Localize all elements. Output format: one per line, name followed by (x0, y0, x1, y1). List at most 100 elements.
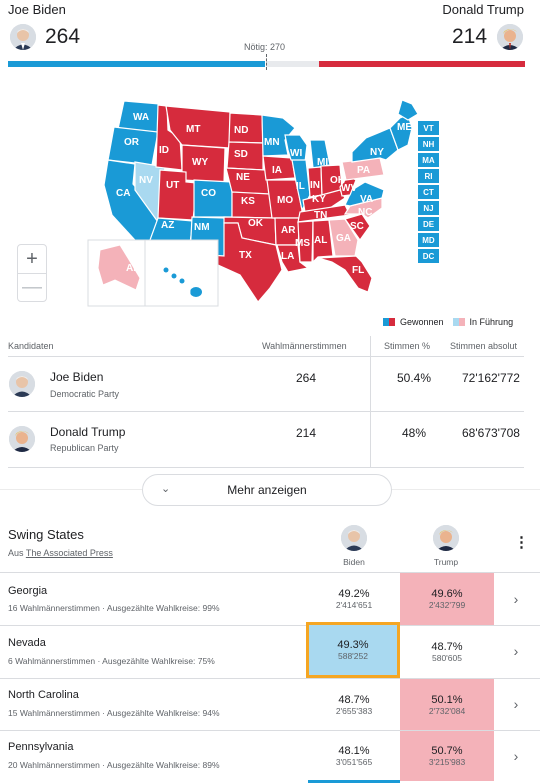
show-more-button[interactable]: ⌄ Mehr anzeigen (142, 474, 392, 506)
state-electors: 16 Wahlmännerstimmen (8, 603, 100, 613)
trump-abs: 3'215'983 (428, 757, 466, 767)
source-link[interactable]: The Associated Press (26, 548, 113, 558)
state-electors: 15 Wahlmännerstimmen (8, 708, 100, 718)
state-electors: 6 Wahlmännerstimmen (8, 656, 96, 666)
biden-electoral-votes: 264 (45, 25, 81, 48)
undecided-bar (266, 61, 319, 67)
state-square[interactable]: VT (418, 121, 439, 135)
state-square[interactable]: DC (418, 249, 439, 263)
state-label-ne: NE (236, 172, 250, 183)
swing-states-title: Swing States (8, 527, 84, 542)
state-square[interactable]: NH (418, 137, 439, 151)
biden-pct: 49.2% (338, 588, 370, 600)
state-label-wi: WI (290, 148, 302, 159)
state-label-tn: TN (314, 210, 327, 221)
trump-abs: 2'432'799 (428, 600, 466, 610)
candidate-electors: 214 (296, 426, 317, 440)
biden-abs: 588'252 (338, 651, 368, 661)
trump-abs: 580'605 (432, 652, 462, 663)
state-name: Nevada (8, 637, 46, 649)
table-column-divider (370, 336, 371, 468)
chevron-right-icon[interactable]: › (505, 742, 527, 770)
col-header-pct: Stimmen % (384, 341, 431, 351)
biden-progress-bar (8, 61, 265, 67)
biden-abs: 2'414'651 (335, 600, 373, 610)
us-electoral-map[interactable]: WA OR CA NV ID MT WY UT CO AZ NM ND SD N… (0, 90, 540, 310)
trump-pct: 48.7% (431, 640, 463, 653)
state-details: 20 Wahlmännerstimmen · Ausgezählte Wahlk… (8, 760, 220, 770)
chevron-right-icon[interactable]: › (505, 690, 527, 718)
trump-header-name: Donald Trump (442, 2, 524, 17)
state-label-mo: MO (277, 195, 293, 206)
zoom-out-button[interactable]: — (18, 273, 46, 301)
state-label-az: AZ (161, 220, 174, 231)
state-label-sc: SC (350, 221, 364, 232)
biden-pct: 48.1% (338, 745, 370, 757)
biden-pct: 48.7% (338, 693, 370, 706)
legend-swatch-trump-leading (458, 318, 465, 326)
biden-cell-highlighted: 49.3% 588'252 (306, 622, 400, 678)
state-label-hi: HI (181, 287, 191, 298)
state-label-pa: PA (357, 165, 370, 176)
state-details: 15 Wahlmännerstimmen · Ausgezählte Wahlk… (8, 708, 220, 718)
trump-pct: 50.1% (431, 693, 463, 706)
swing-trump-avatar (433, 525, 459, 551)
state-label-ks: KS (241, 196, 255, 207)
state-details: 6 Wahlmännerstimmen · Ausgezählte Wahlkr… (8, 656, 215, 666)
trump-pct: 49.6% (431, 588, 463, 600)
state-details: 16 Wahlmännerstimmen · Ausgezählte Wahlk… (8, 603, 220, 613)
state-label-co: CO (201, 188, 216, 199)
trump-progress-bar (319, 61, 525, 67)
state-square[interactable]: MA (418, 153, 439, 167)
show-more-label: Mehr anzeigen (227, 483, 307, 497)
legend-leading-label: In Führung (469, 317, 514, 327)
state-square[interactable]: DE (418, 217, 439, 231)
state-label-ca: CA (116, 188, 130, 199)
state-label-nc: NC (358, 207, 372, 218)
state-label-ky: KY (312, 194, 326, 205)
col-header-absolute: Stimmen absolut (450, 341, 518, 351)
biden-avatar (10, 24, 36, 50)
state-label-va: VA (360, 194, 373, 205)
trump-electoral-votes: 214 (452, 25, 488, 48)
trump-cell: 50.7% 3'215'983 (400, 731, 494, 781)
zoom-in-button[interactable]: + (18, 245, 46, 273)
state-counted: Ausgezählte Wahlkreise: 75% (102, 656, 215, 666)
biden-cell: 48.1% 3'051'565 (308, 731, 400, 781)
state-label-wv: WV (341, 183, 357, 194)
col-header-candidates: Kandidaten (8, 341, 54, 351)
biden-row-avatar (9, 371, 35, 397)
chevron-down-icon: ⌄ (161, 483, 171, 495)
state-label-or: OR (124, 137, 140, 148)
state-square[interactable]: RI (418, 169, 439, 183)
table-divider (8, 411, 524, 412)
state-label-mn: MN (264, 137, 280, 148)
biden-cell: 48.7% 2'655'383 (308, 679, 400, 730)
biden-cell: 49.2% 2'414'651 (308, 573, 400, 625)
state-name: Georgia (8, 585, 48, 597)
biden-abs: 3'051'565 (335, 757, 373, 767)
candidate-name: Joe Biden (50, 370, 104, 384)
candidate-electors: 264 (296, 371, 317, 385)
state-label-al: AL (314, 235, 327, 246)
chevron-right-icon[interactable]: › (505, 585, 527, 613)
table-divider (8, 356, 524, 357)
chevron-right-icon[interactable]: › (505, 637, 527, 665)
state-square[interactable]: MD (418, 233, 439, 247)
state-label-ut: UT (166, 180, 179, 191)
trump-avatar (497, 24, 523, 50)
state-name: Pennsylvania (8, 741, 74, 753)
candidate-party: Republican Party (50, 443, 119, 453)
state-square[interactable]: CT (418, 185, 439, 199)
trump-cell: 50.1% 2'732'084 (400, 679, 494, 730)
state-label-ar: AR (281, 225, 296, 236)
biden-abs: 2'655'383 (335, 705, 373, 716)
candidate-name: Donald Trump (50, 425, 126, 439)
map-legend: Gewonnen In Führung (383, 317, 513, 327)
more-options-icon[interactable]: ⋮ (514, 533, 529, 551)
state-label-nv: NV (139, 175, 153, 186)
trump-cell: 49.6% 2'432'799 (400, 573, 494, 625)
state-square[interactable]: NJ (418, 201, 439, 215)
state-label-ga: GA (336, 233, 351, 244)
state-label-nd: ND (234, 125, 248, 136)
